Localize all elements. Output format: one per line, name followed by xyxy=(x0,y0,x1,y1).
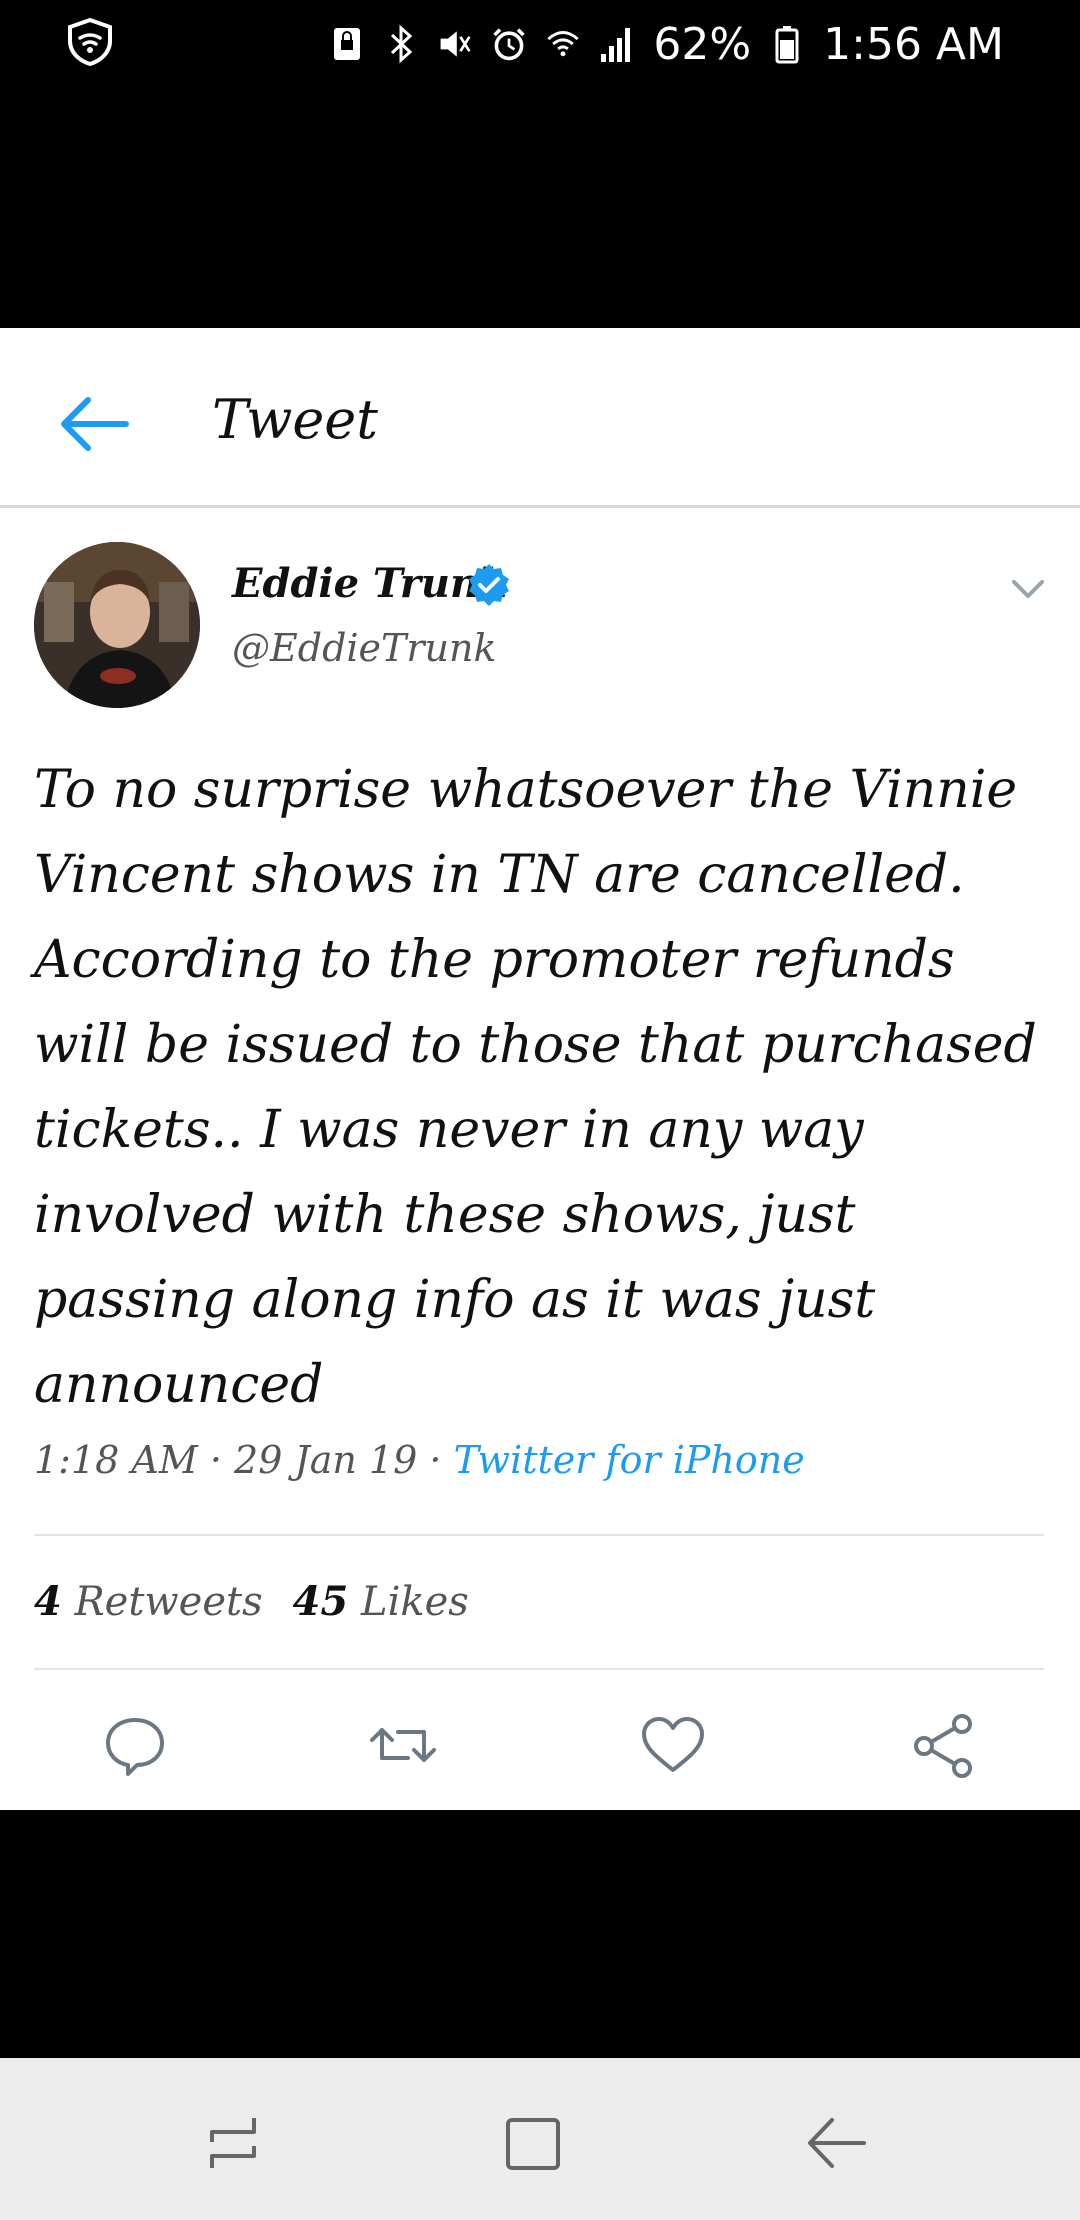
avatar[interactable] xyxy=(34,542,200,708)
tweet-source-link[interactable]: Twitter for iPhone xyxy=(454,1438,805,1482)
battery-percentage: 62% xyxy=(653,18,752,70)
battery-icon xyxy=(769,24,805,64)
meta-separator: · xyxy=(429,1438,442,1482)
retweets-stat[interactable]: 4 Retweets xyxy=(34,1578,263,1625)
lock-screen-icon xyxy=(329,24,365,64)
reply-icon[interactable] xyxy=(100,1710,170,1780)
wifi-icon xyxy=(545,24,581,64)
verified-badge-icon xyxy=(466,562,512,608)
app-header: Tweet xyxy=(0,338,1080,508)
page-title: Tweet xyxy=(212,388,378,451)
clock: 1:56 AM xyxy=(823,18,1004,70)
tweet-stats: 4 Retweets 45 Likes xyxy=(34,1578,469,1625)
alarm-icon xyxy=(491,24,527,64)
tweet-time: 1:18 AM xyxy=(34,1438,198,1482)
action-bar xyxy=(0,1710,1080,1790)
tweet-date: 29 Jan 19 xyxy=(234,1438,418,1482)
retweets-label: Retweets xyxy=(74,1579,263,1625)
status-icons: 62% 1:56 AM xyxy=(329,12,1004,76)
retweet-icon[interactable] xyxy=(368,1710,438,1780)
home-icon[interactable] xyxy=(498,2108,568,2178)
bluetooth-icon xyxy=(383,24,419,64)
likes-label: Likes xyxy=(361,1579,469,1625)
divider xyxy=(34,1668,1044,1670)
back-nav-icon[interactable] xyxy=(802,2108,872,2178)
mute-icon xyxy=(437,24,473,64)
system-nav-bar xyxy=(0,2058,1080,2220)
shield-icon xyxy=(64,16,116,68)
tweet-meta: 1:18 AM · 29 Jan 19 · Twitter for iPhone xyxy=(34,1438,805,1482)
recent-apps-icon[interactable] xyxy=(198,2108,268,2178)
divider xyxy=(34,1534,1044,1536)
meta-separator: · xyxy=(209,1438,222,1482)
chevron-down-icon[interactable] xyxy=(1010,578,1046,602)
share-icon[interactable] xyxy=(908,1710,978,1780)
likes-count: 45 xyxy=(292,1578,349,1625)
likes-stat[interactable]: 45 Likes xyxy=(292,1578,469,1625)
status-bar: 62% 1:56 AM xyxy=(0,0,1080,88)
tweet-card: Tweet Eddie Trunk @EddieTrunk To no surp… xyxy=(0,328,1080,1810)
tweet-text: To no surprise whatsoever the Vinnie Vin… xyxy=(34,760,1037,1415)
author-handle[interactable]: @EddieTrunk xyxy=(232,626,497,670)
heart-icon[interactable] xyxy=(638,1710,708,1780)
signal-icon xyxy=(599,24,635,64)
arrow-left-icon[interactable] xyxy=(58,394,130,454)
retweets-count: 4 xyxy=(34,1578,62,1625)
